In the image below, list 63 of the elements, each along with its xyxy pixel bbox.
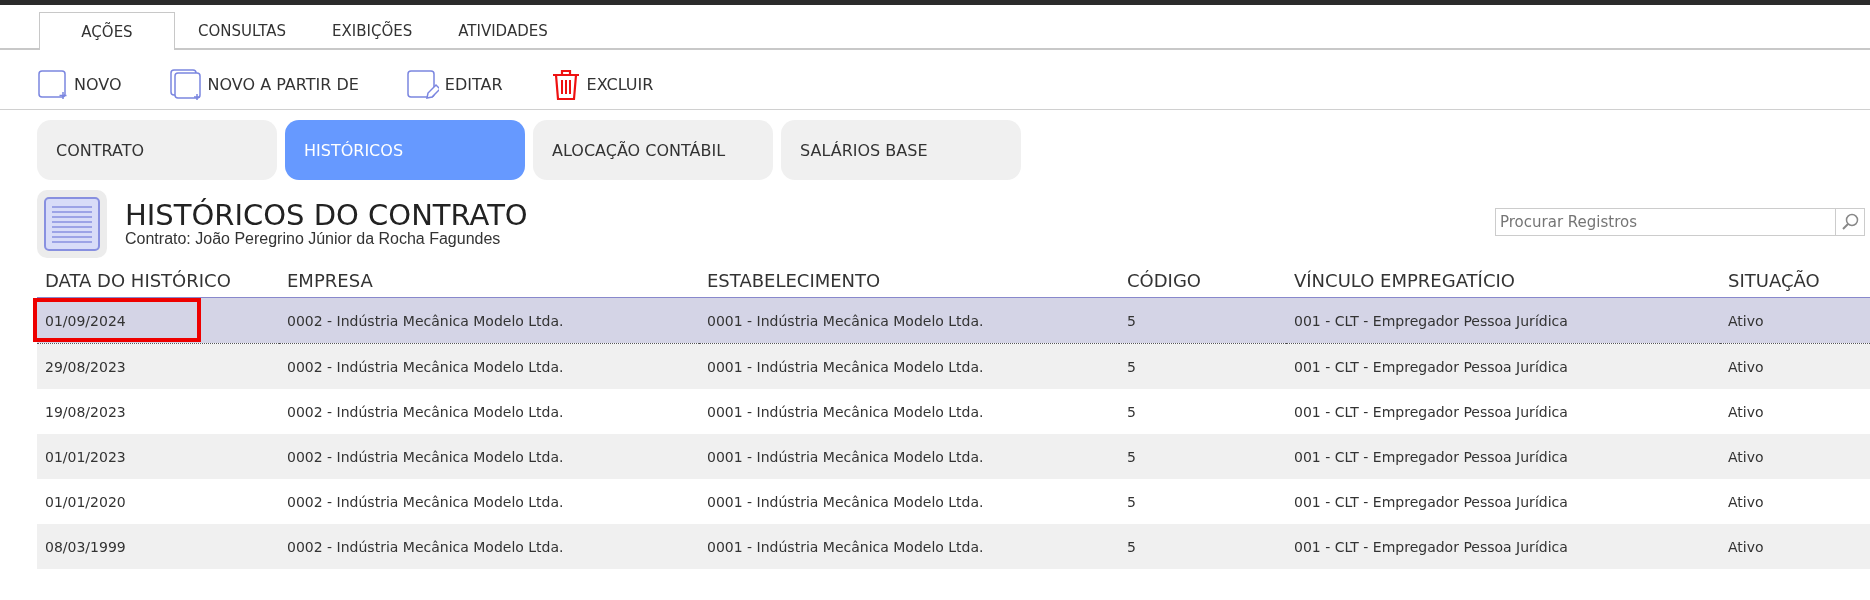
- table-cell: 0001 - Indústria Mecânica Modelo Ltda.: [707, 312, 984, 329]
- column-header: ESTABELECIMENTO: [699, 264, 1119, 298]
- table-cell: Ativo: [1728, 358, 1764, 375]
- table-cell: 0002 - Indústria Mecânica Modelo Ltda.: [287, 493, 564, 510]
- column-header: EMPRESA: [279, 264, 699, 298]
- table-cell: 0002 - Indústria Mecânica Modelo Ltda.: [287, 403, 564, 420]
- table-cell: 5: [1127, 493, 1136, 510]
- table-cell: 001 - CLT - Empregador Pessoa Jurídica: [1294, 493, 1568, 510]
- section-tab[interactable]: SALÁRIOS BASE: [781, 120, 1021, 180]
- contract-subtitle: Contrato: João Peregrino Júnior da Rocha Fagundes: [125, 230, 502, 249]
- search-icon: [1841, 213, 1859, 231]
- table-cell: 19/08/2023: [45, 403, 126, 420]
- table-cell: 29/08/2023: [45, 358, 126, 375]
- search-field[interactable]: Procurar Registros: [1495, 208, 1835, 236]
- list-document-icon: [37, 190, 107, 258]
- table-cell: 0002 - Indústria Mecânica Modelo Ltda.: [287, 538, 564, 555]
- section-tab[interactable]: ALOCAÇÃO CONTÁBIL: [533, 120, 773, 180]
- table-cell: 01/09/2024: [45, 312, 126, 329]
- table-row[interactable]: 19/08/2023 0002 - Indústria Mecânica Modelo Ltda. 0001 - Indústria Mecânica Modelo Ltda. 5 001 - CLT - Empregador Pessoa Jurídica Ativo: [37, 389, 1870, 434]
- table-cell: Ativo: [1728, 312, 1764, 329]
- table-cell: 01/01/2023: [45, 448, 126, 465]
- column-header: VÍNCULO EMPREGATÍCIO: [1286, 264, 1720, 298]
- column-header: SITUAÇÃO: [1720, 264, 1870, 298]
- page-title: HISTÓRICOS DO CONTRATO: [125, 199, 528, 231]
- table-cell: 5: [1127, 312, 1136, 329]
- table-cell: Ativo: [1728, 448, 1764, 465]
- table-cell: 5: [1127, 358, 1136, 375]
- edit-pencil-icon: [406, 69, 439, 100]
- table-cell: 5: [1127, 448, 1136, 465]
- table-row[interactable]: 29/08/2023 0002 - Indústria Mecânica Modelo Ltda. 0001 - Indústria Mecânica Modelo Ltda. 5 001 - CLT - Empregador Pessoa Jurídica Ativo: [37, 343, 1870, 389]
- table-row[interactable]: 01/01/2020 0002 - Indústria Mecânica Modelo Ltda. 0001 - Indústria Mecânica Modelo Ltda. 5 001 - CLT - Empregador Pessoa Jurídica Ativo: [37, 479, 1870, 524]
- new-document-icon: [38, 69, 68, 100]
- table-cell: Ativo: [1728, 403, 1764, 420]
- table-cell: 0001 - Indústria Mecânica Modelo Ltda.: [707, 493, 984, 510]
- search-button[interactable]: [1835, 208, 1865, 236]
- menu-tab[interactable]: AÇÕES: [39, 12, 175, 50]
- table-cell: 08/03/1999: [45, 538, 126, 555]
- trash-icon: [550, 68, 581, 101]
- table-cell: 0002 - Indústria Mecânica Modelo Ltda.: [287, 312, 564, 329]
- table-cell: 001 - CLT - Empregador Pessoa Jurídica: [1294, 448, 1568, 465]
- table-cell: 001 - CLT - Empregador Pessoa Jurídica: [1294, 358, 1568, 375]
- table-cell: 5: [1127, 403, 1136, 420]
- toolbar-button[interactable]: EXCLUIR: [550, 68, 654, 101]
- table-cell: 0001 - Indústria Mecânica Modelo Ltda.: [707, 448, 984, 465]
- table-cell: 0001 - Indústria Mecânica Modelo Ltda.: [707, 358, 984, 375]
- toolbar-button[interactable]: NOVO: [38, 69, 122, 100]
- table-cell: 0001 - Indústria Mecânica Modelo Ltda.: [707, 403, 984, 420]
- table-cell: 001 - CLT - Empregador Pessoa Jurídica: [1294, 538, 1568, 555]
- table-cell: Ativo: [1728, 493, 1764, 510]
- toolbar-button[interactable]: EDITAR: [406, 69, 503, 100]
- column-header: CÓDIGO: [1119, 264, 1286, 298]
- table-cell: Ativo: [1728, 538, 1764, 555]
- table-cell: 001 - CLT - Empregador Pessoa Jurídica: [1294, 403, 1568, 420]
- toolbar-button[interactable]: NOVO A PARTIR DE: [169, 68, 359, 101]
- copy-document-icon: [169, 68, 202, 101]
- table-cell: 5: [1127, 538, 1136, 555]
- table-cell: 01/01/2020: [45, 493, 126, 510]
- section-tab[interactable]: CONTRATO: [37, 120, 277, 180]
- table-cell: 0002 - Indústria Mecânica Modelo Ltda.: [287, 448, 564, 465]
- column-header: DATA DO HISTÓRICO: [37, 264, 279, 298]
- table-cell: 0002 - Indústria Mecânica Modelo Ltda.: [287, 358, 564, 375]
- table-cell: 0001 - Indústria Mecânica Modelo Ltda.: [707, 538, 984, 555]
- table-cell: 001 - CLT - Empregador Pessoa Jurídica: [1294, 312, 1568, 329]
